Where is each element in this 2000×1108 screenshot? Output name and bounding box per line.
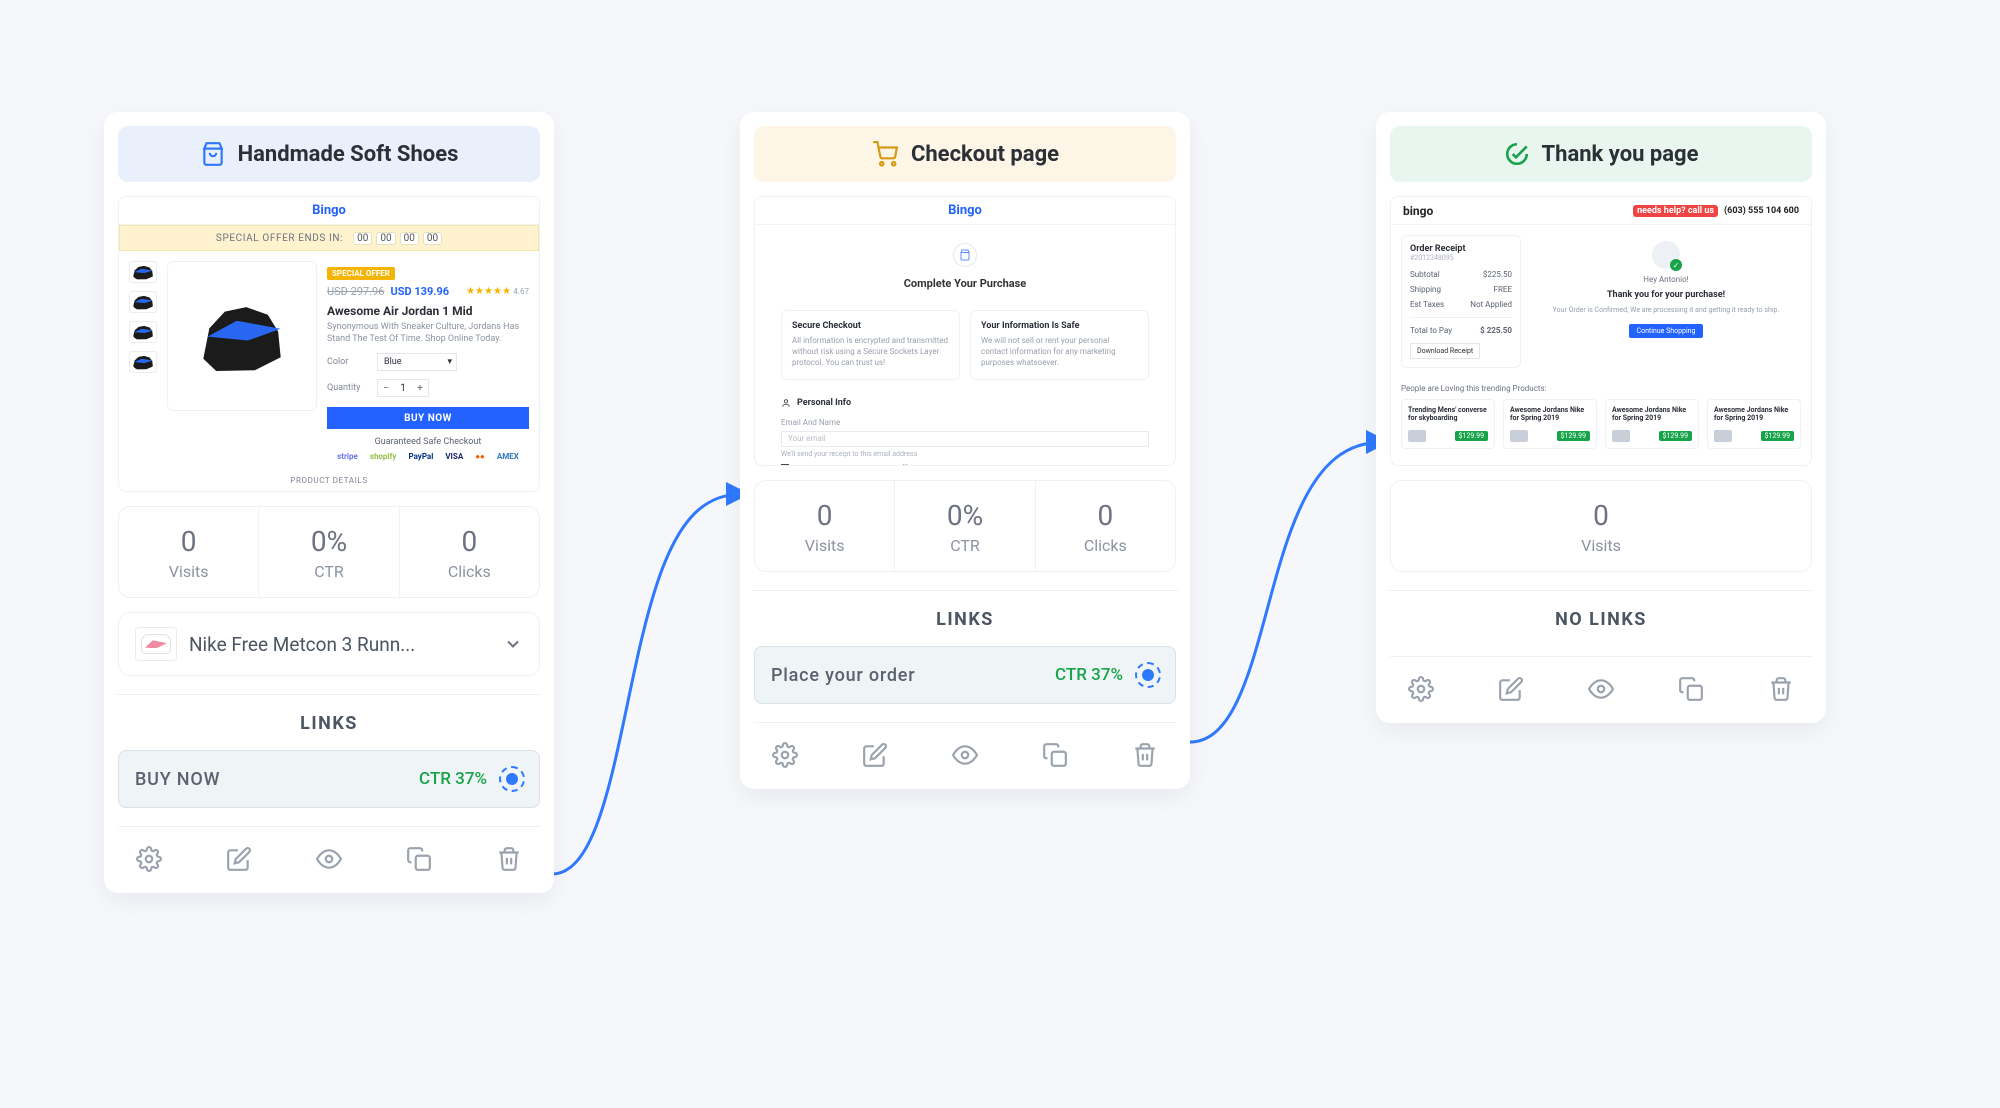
- checkout-bag-icon: [953, 243, 977, 267]
- clicks-value: 0: [1036, 499, 1175, 532]
- link-name: Place your order: [771, 665, 1043, 686]
- offer-timer: 00 00 00 00: [353, 232, 442, 245]
- product-image: [167, 261, 317, 411]
- visits-value: 0: [755, 499, 894, 532]
- offer-bar: SPECIAL OFFER ENDS IN: 00 00 00 00: [119, 225, 539, 251]
- product-selector-thumb: [135, 627, 177, 661]
- preview-brand: Bingo: [755, 197, 1175, 225]
- edit-button[interactable]: [216, 839, 262, 879]
- flow-arrow-1: [540, 480, 760, 900]
- visits-value: 0: [119, 525, 258, 558]
- card-title: Checkout page: [911, 142, 1059, 167]
- page-preview-checkout[interactable]: Bingo Complete Your Purchase Secure Chec…: [754, 196, 1176, 466]
- card-header: Checkout page: [754, 126, 1176, 182]
- payment-logos: stripe shopify PayPal VISA ●● AMEX: [327, 451, 529, 462]
- duplicate-button[interactable]: [1032, 735, 1078, 775]
- email-input: Your email: [781, 431, 1149, 447]
- preview-buy-button: BUY NOW: [327, 407, 529, 429]
- link-target-icon[interactable]: [499, 766, 525, 792]
- rating-stars: ★★★★★ 4.67: [466, 286, 529, 297]
- duplicate-button[interactable]: [1668, 669, 1714, 709]
- page-preview-thankyou[interactable]: bingo Needs Help? Call us(603) 555 104 6…: [1390, 196, 1812, 466]
- card-toolbar: [754, 722, 1176, 775]
- delete-button[interactable]: [1758, 669, 1804, 709]
- safe-checkout-label: Guaranteed Safe Checkout: [327, 437, 529, 447]
- delete-button[interactable]: [1122, 735, 1168, 775]
- card-toolbar: [118, 826, 540, 879]
- link-ctr: CTR 37%: [1055, 665, 1123, 685]
- flow-arrow-2: [1180, 430, 1400, 760]
- checkout-title: Complete Your Purchase: [765, 277, 1165, 290]
- preview-brand-bar: bingo Needs Help? Call us(603) 555 104 6…: [1391, 197, 1811, 225]
- settings-button[interactable]: [1398, 669, 1444, 709]
- quantity-stepper: −1+: [377, 379, 429, 397]
- chevron-down-icon: [503, 634, 523, 654]
- product-selector-name: Nike Free Metcon 3 Runn...: [189, 633, 491, 656]
- offer-label: SPECIAL OFFER ENDS IN:: [216, 233, 343, 244]
- download-receipt-button: Download Receipt: [1410, 343, 1480, 359]
- card-toolbar: [1390, 656, 1812, 709]
- product-thumbnails: [129, 261, 157, 462]
- new-price: USD 139.96: [390, 285, 449, 298]
- product-details-label: PRODUCT DETAILS: [119, 476, 539, 485]
- edit-button[interactable]: [1488, 669, 1534, 709]
- link-buy-now[interactable]: BUY NOW CTR 37%: [118, 750, 540, 808]
- card-header: Handmade Soft Shoes: [118, 126, 540, 182]
- product-desc: Synonymous With Sneaker Culture, Jordans…: [327, 322, 529, 345]
- no-links-label: NO LINKS: [1390, 609, 1812, 630]
- product-name: Awesome Air Jordan 1 Mid: [327, 304, 529, 318]
- links-section-title: LINKS: [754, 609, 1176, 630]
- shopping-bag-icon: [200, 141, 226, 167]
- funnel-card-thankyou: Thank you page bingo Needs Help? Call us…: [1376, 112, 1826, 723]
- page-preview-product[interactable]: Bingo SPECIAL OFFER ENDS IN: 00 00 00 00: [118, 196, 540, 492]
- special-offer-badge: SPECIAL OFFER: [327, 267, 395, 280]
- old-price: USD 297.96: [327, 285, 384, 298]
- color-select: Blue▾: [377, 353, 457, 371]
- clicks-value: 0: [400, 525, 539, 558]
- preview-button[interactable]: [942, 735, 988, 775]
- visits-value: 0: [1391, 499, 1811, 532]
- stats-row: 0Visits 0%CTR 0Clicks: [754, 480, 1176, 572]
- cart-icon: [871, 141, 899, 167]
- card-header: Thank you page: [1390, 126, 1812, 182]
- link-place-order[interactable]: Place your order CTR 37%: [754, 646, 1176, 704]
- product-selector[interactable]: Nike Free Metcon 3 Runn...: [118, 612, 540, 676]
- settings-button[interactable]: [126, 839, 172, 879]
- checkmark-circle-icon: [1504, 141, 1530, 167]
- edit-button[interactable]: [852, 735, 898, 775]
- duplicate-button[interactable]: [396, 839, 442, 879]
- ctr-value: 0%: [259, 525, 398, 558]
- settings-button[interactable]: [762, 735, 808, 775]
- recommended-products: Trending Mens' converse for skyboarding$…: [1401, 399, 1801, 449]
- link-target-icon[interactable]: [1135, 662, 1161, 688]
- card-title: Thank you page: [1542, 142, 1699, 167]
- funnel-card-product: Handmade Soft Shoes Bingo SPECIAL OFFER …: [104, 112, 554, 893]
- preview-button[interactable]: [306, 839, 352, 879]
- links-section-title: LINKS: [118, 713, 540, 734]
- personal-info-heading: Personal Info: [781, 398, 1149, 408]
- continue-shopping-button: Continue Shopping: [1629, 324, 1704, 338]
- delete-button[interactable]: [486, 839, 532, 879]
- funnel-card-checkout: Checkout page Bingo Complete Your Purcha…: [740, 112, 1190, 789]
- avatar: ✓: [1652, 241, 1680, 269]
- preview-brand: Bingo: [119, 197, 539, 225]
- link-ctr: CTR 37%: [419, 769, 487, 789]
- newsletter-checkbox: Send me news and exclusive offers: [781, 464, 1149, 466]
- link-name: BUY NOW: [135, 769, 407, 790]
- preview-button[interactable]: [1578, 669, 1624, 709]
- card-title: Handmade Soft Shoes: [238, 142, 459, 167]
- ctr-value: 0%: [895, 499, 1034, 532]
- order-receipt: Order Receipt #2012348095 Subtotal$225.5…: [1401, 235, 1521, 368]
- stats-row: 0Visits: [1390, 480, 1812, 572]
- stats-row: 0Visits 0%CTR 0Clicks: [118, 506, 540, 598]
